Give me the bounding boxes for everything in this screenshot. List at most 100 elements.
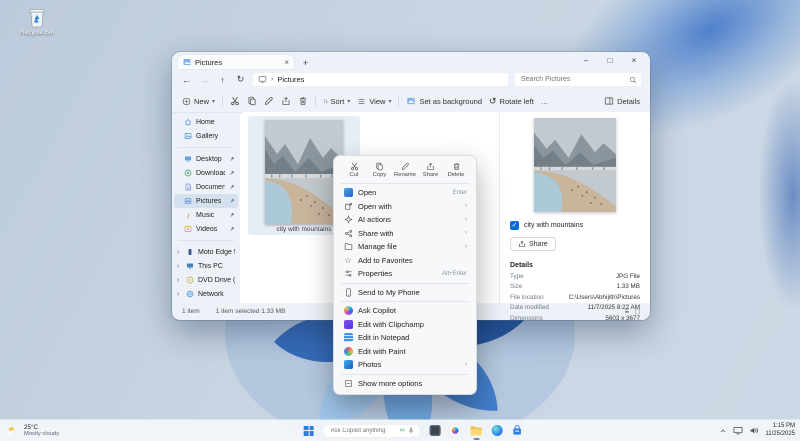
menu-item-manage-file[interactable]: Manage file › (338, 240, 472, 254)
details-header: Details (510, 262, 640, 269)
expand-chevron-icon[interactable]: › (177, 277, 182, 284)
clipchamp-icon (344, 320, 353, 329)
up-button[interactable]: ↑ (216, 75, 229, 85)
sidebar-item-gallery[interactable]: Gallery (174, 129, 238, 143)
quick-cut-button[interactable]: Cut (343, 162, 365, 178)
sort-button[interactable]: ↑↓ Sort ▾ (323, 97, 350, 106)
back-button[interactable]: ← (180, 75, 193, 85)
menu-item-open[interactable]: Open Enter (338, 186, 472, 200)
menu-item-add-to-favorites[interactable]: ☆ Add to Favorites (338, 254, 472, 268)
copy-button[interactable] (247, 96, 257, 106)
rotate-left-button[interactable]: ↺ Rotate left (489, 96, 534, 107)
minimize-button[interactable]: – (574, 52, 598, 69)
tab-close-icon[interactable]: × (284, 58, 289, 67)
set-as-background-button[interactable]: Set as background (406, 96, 482, 106)
volume-icon[interactable] (749, 426, 759, 435)
weather-condition: Mostly cloudy (24, 431, 59, 437)
breadcrumb[interactable]: › Pictures (252, 72, 509, 87)
menu-item-share-with[interactable]: Share with › (338, 227, 472, 241)
refresh-button[interactable]: ↻ (234, 74, 247, 85)
task-view-button[interactable] (430, 420, 441, 441)
explorer-tab-pictures[interactable]: Pictures × (178, 55, 294, 69)
recycle-bin-shortcut[interactable]: Recycle Bin (14, 6, 60, 36)
expand-chevron-icon[interactable]: › (177, 291, 182, 298)
taskbar-clock[interactable]: 1:15 PM 11/25/2025 (765, 423, 795, 439)
sidebar-item-desktop[interactable]: Desktop (174, 152, 238, 166)
pin-icon (229, 156, 235, 162)
hidden-icons-chevron[interactable] (719, 427, 727, 435)
menu-item-edit-with-paint[interactable]: Edit with Paint (338, 345, 472, 359)
quick-share-button[interactable]: Share (420, 162, 442, 178)
menu-item-edit-in-notepad[interactable]: Edit in Notepad (338, 331, 472, 345)
phone-icon (186, 248, 194, 256)
thumbnail-view-toggle[interactable]: □ (635, 307, 640, 316)
tab-title: Pictures (195, 58, 280, 67)
maximize-button[interactable]: □ (598, 52, 622, 69)
sidebar-item-network[interactable]: › Network (174, 287, 238, 301)
forward-button[interactable]: → (198, 75, 211, 85)
menu-item-ai-actions[interactable]: AI actions › (338, 213, 472, 227)
share-button[interactable] (281, 96, 291, 106)
sidebar-item-this-pc[interactable]: › This PC (174, 259, 238, 273)
details-share-button[interactable]: Share (510, 237, 556, 251)
start-button[interactable] (304, 420, 314, 441)
cut-button[interactable] (230, 96, 240, 106)
delete-icon (452, 162, 461, 171)
file-checkbox[interactable]: ✓ (510, 221, 519, 230)
sidebar-item-documents[interactable]: Documents (174, 180, 238, 194)
sidebar-item-home[interactable]: Home (174, 115, 238, 129)
item-count: 1 item (182, 308, 200, 315)
search-box[interactable] (514, 72, 642, 87)
sidebar-item-phone[interactable]: › Moto Edge 50 N (174, 245, 238, 259)
sidebar-item-downloads[interactable]: Downloads (174, 166, 238, 180)
menu-item-edit-with-clipchamp[interactable]: Edit with Clipchamp (338, 318, 472, 332)
view-button[interactable]: View ▾ (357, 97, 391, 106)
expand-chevron-icon[interactable]: › (177, 249, 182, 256)
menu-item-ask-copilot[interactable]: Ask Copilot (338, 304, 472, 318)
sidebar-item-music[interactable]: ♪ Music (174, 208, 238, 222)
new-button[interactable]: New ▾ (182, 97, 215, 106)
taskbar-search-input[interactable] (329, 427, 397, 435)
more-options-button[interactable]: … (541, 97, 549, 106)
quick-copy-button[interactable]: Copy (369, 162, 391, 178)
search-input[interactable] (519, 75, 626, 84)
videos-icon (184, 225, 192, 233)
quick-delete-button[interactable]: Delete (445, 162, 467, 178)
taskbar-weather-widget[interactable]: 25°C Mostly cloudy (6, 420, 59, 441)
details-pane-button[interactable]: Details (604, 96, 640, 106)
preview-image (534, 118, 616, 212)
menu-item-properties[interactable]: Properties Alt+Enter (338, 267, 472, 281)
file-explorer-icon (470, 425, 483, 436)
expand-chevron-icon[interactable]: › (177, 263, 182, 270)
menu-item-open-with[interactable]: Open with › (338, 200, 472, 214)
display-cast-icon[interactable] (733, 426, 743, 435)
menu-item-send-to-phone[interactable]: Send to My Phone (338, 286, 472, 300)
edge-button[interactable] (492, 420, 503, 441)
mic-icon[interactable] (408, 427, 415, 434)
desktop: Recycle Bin Pictures × + – □ × ← → (0, 0, 800, 441)
pin-icon (229, 170, 235, 176)
sidebar-item-dvd-drive[interactable]: › DVD Drive (D:) C (174, 273, 238, 287)
rename-button[interactable] (264, 96, 274, 106)
menu-item-show-more-options[interactable]: Show more options (338, 377, 472, 391)
menu-item-photos[interactable]: Photos › (338, 358, 472, 372)
breadcrumb-location[interactable]: Pictures (277, 75, 304, 84)
file-explorer-button[interactable] (470, 420, 483, 441)
sidebar-item-videos[interactable]: Videos (174, 222, 238, 236)
quick-rename-button[interactable]: Rename (394, 162, 416, 178)
detail-row-type: Type JPG File (510, 273, 640, 280)
taskbar-search[interactable]: ∞ (323, 424, 421, 438)
close-button[interactable]: × (622, 52, 646, 69)
windows-logo-icon (304, 426, 314, 436)
menu-divider (340, 183, 470, 184)
delete-button[interactable] (298, 96, 308, 106)
view-label: View (369, 97, 385, 106)
quick-actions-row: Cut Copy Rename Share Delete (338, 160, 472, 181)
store-button[interactable] (512, 420, 523, 441)
new-tab-button[interactable]: + (303, 58, 308, 68)
sidebar-item-pictures[interactable]: Pictures (174, 194, 238, 208)
taskbar: 25°C Mostly cloudy ∞ (0, 420, 800, 441)
list-view-toggle[interactable]: ≡ (624, 307, 629, 316)
copilot-app-button[interactable] (450, 420, 461, 441)
photos-icon (344, 360, 353, 369)
